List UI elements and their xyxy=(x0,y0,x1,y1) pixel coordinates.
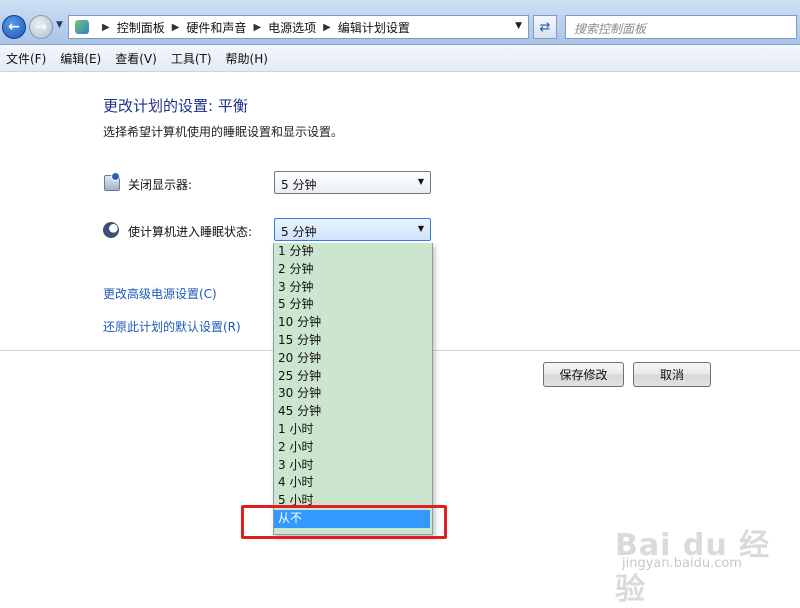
address-toolbar: ← → ▼ ▶ 控制面板 ▶ 硬件和声音 ▶ 电源选项 ▶ 编辑计划设置 ▼ ⇄… xyxy=(0,0,800,45)
dropdown-option[interactable]: 3 小时 xyxy=(274,457,432,475)
chevron-right-icon[interactable]: ▶ xyxy=(172,22,180,33)
forward-button[interactable]: → xyxy=(29,15,53,39)
save-changes-button[interactable]: 保存修改 xyxy=(543,362,624,387)
chevron-down-icon: ▼ xyxy=(417,224,424,233)
restore-defaults-link[interactable]: 还原此计划的默认设置(R) xyxy=(103,318,241,335)
display-off-select[interactable]: 5 分钟 ▼ xyxy=(274,171,431,194)
arrow-right-icon: → xyxy=(35,19,47,35)
breadcrumb-hardware-sound[interactable]: 硬件和声音 xyxy=(186,19,246,36)
menu-tools[interactable]: 工具(T) xyxy=(165,50,220,67)
annotation-highlight xyxy=(241,505,447,539)
chevron-right-icon[interactable]: ▶ xyxy=(323,22,331,33)
address-bar[interactable]: ▶ 控制面板 ▶ 硬件和声音 ▶ 电源选项 ▶ 编辑计划设置 ▼ xyxy=(68,15,529,39)
search-input[interactable]: 搜索控制面板 xyxy=(565,15,797,39)
sleep-label: 使计算机进入睡眠状态: xyxy=(128,225,253,239)
chevron-right-icon[interactable]: ▶ xyxy=(102,22,110,33)
menu-bar: 文件(F) 编辑(E) 查看(V) 工具(T) 帮助(H) xyxy=(0,45,800,72)
chevron-right-icon[interactable]: ▶ xyxy=(253,22,261,33)
watermark-url: jingyan.baidu.com xyxy=(622,556,742,571)
page-description: 选择希望计算机使用的睡眠设置和显示设置。 xyxy=(103,125,344,139)
advanced-power-settings-link[interactable]: 更改高级电源设置(C) xyxy=(103,285,217,302)
display-off-value: 5 分钟 xyxy=(281,178,317,192)
history-dropdown-icon[interactable]: ▼ xyxy=(56,20,63,30)
sleep-options-dropdown: 1 分钟 2 分钟 3 分钟 5 分钟 10 分钟 15 分钟 20 分钟 25 分钟 30 分… xyxy=(273,243,433,535)
menu-help[interactable]: 帮助(H) xyxy=(220,50,276,67)
dropdown-option[interactable]: 4 小时 xyxy=(274,474,432,492)
dropdown-option[interactable]: 2 分钟 xyxy=(274,261,432,279)
display-off-label: 关闭显示器: xyxy=(128,178,193,192)
page-title: 更改计划的设置: 平衡 xyxy=(103,97,248,115)
dropdown-option[interactable]: 3 分钟 xyxy=(274,279,432,297)
dropdown-option[interactable]: 2 小时 xyxy=(274,439,432,457)
sleep-moon-icon xyxy=(103,222,119,238)
cancel-button[interactable]: 取消 xyxy=(633,362,711,387)
chevron-down-icon: ▼ xyxy=(417,177,424,186)
dropdown-option[interactable]: 30 分钟 xyxy=(274,385,432,403)
sleep-select[interactable]: 5 分钟 ▼ xyxy=(274,218,431,241)
refresh-icon: ⇄ xyxy=(539,19,551,35)
dropdown-option[interactable]: 1 分钟 xyxy=(274,243,432,261)
dropdown-option[interactable]: 25 分钟 xyxy=(274,368,432,386)
control-panel-icon xyxy=(75,20,89,34)
arrow-left-icon: ← xyxy=(8,19,20,35)
display-timer-icon xyxy=(104,172,120,191)
dropdown-option[interactable]: 20 分钟 xyxy=(274,350,432,368)
breadcrumb-control-panel[interactable]: 控制面板 xyxy=(117,19,165,36)
menu-view[interactable]: 查看(V) xyxy=(109,50,165,67)
dropdown-option[interactable]: 5 分钟 xyxy=(274,296,432,314)
breadcrumb-power-options[interactable]: 电源选项 xyxy=(268,19,316,36)
dropdown-option[interactable]: 10 分钟 xyxy=(274,314,432,332)
menu-edit[interactable]: 编辑(E) xyxy=(54,50,109,67)
menu-file[interactable]: 文件(F) xyxy=(0,50,54,67)
dropdown-option[interactable]: 45 分钟 xyxy=(274,403,432,421)
dropdown-option[interactable]: 15 分钟 xyxy=(274,332,432,350)
breadcrumb-edit-plan[interactable]: 编辑计划设置 xyxy=(338,19,410,36)
sleep-value: 5 分钟 xyxy=(281,225,317,239)
dropdown-option[interactable]: 1 小时 xyxy=(274,421,432,439)
refresh-button[interactable]: ⇄ xyxy=(533,15,557,39)
back-button[interactable]: ← xyxy=(2,15,26,39)
chevron-down-icon[interactable]: ▼ xyxy=(515,21,522,31)
